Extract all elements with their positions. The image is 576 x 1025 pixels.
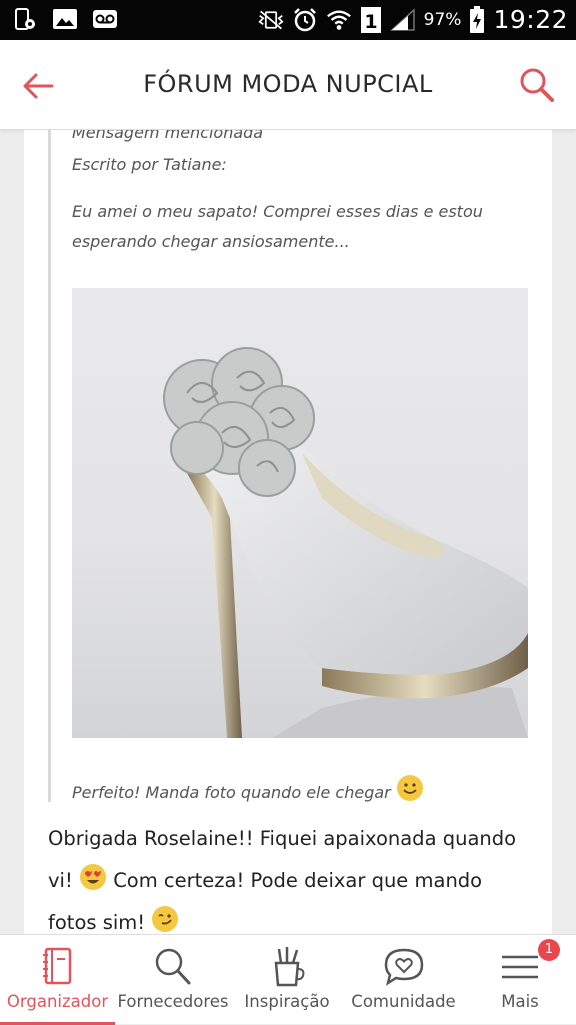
vibrate-icon (258, 7, 284, 33)
battery-percentage: 97% (423, 9, 462, 30)
notification-badge: 1 (538, 939, 560, 961)
smile-emoji-icon (396, 774, 424, 802)
post-line: Obrigada Roselaine!! Fiquei apaixonada q… (48, 827, 517, 850)
tab-comunidade[interactable]: Comunidade (343, 935, 464, 1025)
bottom-tab-bar: Organizador Fornecedores Inspiração Comu… (0, 934, 576, 1025)
mentioned-label: Mensagem mencionada (72, 130, 264, 142)
clock: 19:22 (493, 5, 568, 34)
page-title: FÓRUM MODA NUPCIAL (143, 70, 433, 98)
menu-icon (496, 943, 544, 991)
svg-text:1: 1 (364, 11, 377, 33)
heart-eyes-emoji-icon (79, 863, 107, 891)
wifi-icon (326, 7, 352, 33)
app-bar: FÓRUM MODA NUPCIAL (0, 40, 576, 130)
tab-inspiracao[interactable]: Inspiração (231, 935, 343, 1025)
post-line: vi! Com certeza! Pode deixar que mando (48, 860, 528, 902)
pencil-cup-icon (263, 943, 311, 991)
tab-fornecedores[interactable]: Fornecedores (115, 935, 231, 1025)
smirk-emoji-icon (151, 905, 179, 933)
quote-text-line: Eu amei o meu sapato! Comprei esses dias… (72, 202, 483, 221)
tab-mais[interactable]: 1 Mais (464, 935, 576, 1025)
phone-settings-icon (12, 6, 38, 32)
signal-icon (389, 7, 416, 33)
alarm-icon (292, 7, 318, 33)
image-icon (52, 6, 78, 32)
quote-text-line: esperando chegar ansiosamente... (72, 232, 350, 251)
tab-organizador[interactable]: Organizador (0, 935, 115, 1025)
sim-icon: 1 (360, 6, 382, 33)
quote-author: Escrito por Tatiane: (72, 155, 227, 174)
shoe-photo[interactable] (72, 288, 528, 738)
post-line: fotos sim! (48, 902, 528, 934)
battery-charging-icon (469, 5, 485, 33)
post-content: Mensagem mencionada Escrito por Tatiane:… (24, 130, 552, 934)
quote-bar (48, 130, 51, 802)
search-icon[interactable] (516, 64, 558, 106)
notebook-icon (34, 943, 82, 991)
post-text: Obrigada Roselaine!! Fiquei apaixonada q… (48, 818, 528, 934)
status-bar: 1 97% 19:22 (0, 0, 576, 40)
voicemail-icon (92, 6, 118, 32)
quote-reply: Perfeito! Manda foto quando ele chegar (72, 774, 424, 802)
search-icon (149, 943, 197, 991)
chat-heart-icon (380, 943, 428, 991)
